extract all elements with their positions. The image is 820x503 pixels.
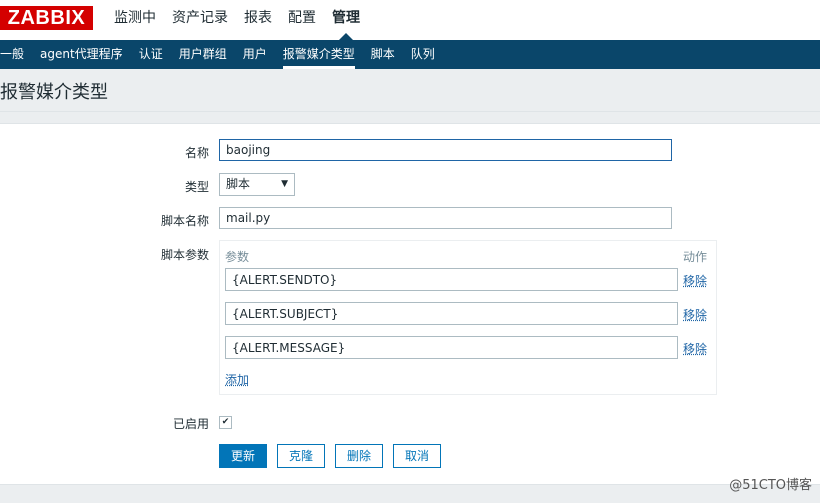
type-label: 类型 — [184, 180, 209, 194]
watermark: @51CTO博客 — [729, 478, 812, 493]
sub-nav-proxies[interactable]: agent代理程序 — [32, 40, 131, 69]
sub-nav: 一般 agent代理程序 认证 用户群组 用户 报警媒介类型 脚本 队列 — [0, 40, 820, 69]
params-column-header: 参数 — [225, 250, 250, 264]
sub-nav-authentication[interactable]: 认证 — [131, 40, 171, 69]
main-nav-reports[interactable]: 报表 — [236, 0, 280, 40]
type-select[interactable]: 脚本 ▼ — [219, 173, 295, 196]
enabled-label: 已启用 — [172, 417, 209, 431]
chevron-down-icon: ▼ — [281, 179, 288, 189]
name-label: 名称 — [184, 146, 209, 160]
main-nav-monitoring[interactable]: 监测中 — [106, 0, 164, 40]
type-select-value: 脚本 — [226, 177, 251, 191]
script-params-table: 参数 动作 移除 移除 移除 添加 — [219, 240, 717, 395]
main-nav-inventory[interactable]: 资产记录 — [164, 0, 236, 40]
zabbix-logo[interactable]: ZABBIX — [0, 6, 93, 30]
media-type-form: 名称 类型 脚本 ▼ 脚本名称 脚本参数 参数 动作 移除 移除 移除 添加 已… — [0, 123, 820, 485]
remove-param-link[interactable]: 移除 — [683, 340, 707, 357]
main-nav-configuration[interactable]: 配置 — [280, 0, 324, 40]
main-nav-administration[interactable]: 管理 — [324, 0, 368, 40]
script-name-label: 脚本名称 — [160, 214, 209, 228]
delete-button[interactable]: 删除 — [335, 444, 383, 468]
main-nav: 监测中 资产记录 报表 配置 管理 — [106, 0, 368, 40]
page-title: 报警媒介类型 — [0, 82, 108, 103]
param-input-message[interactable] — [225, 336, 678, 359]
sub-nav-queue[interactable]: 队列 — [403, 40, 443, 69]
page-header: 报警媒介类型 — [0, 69, 820, 112]
update-button[interactable]: 更新 — [219, 444, 267, 468]
sub-nav-user-groups[interactable]: 用户群组 — [171, 40, 235, 69]
checkmark-icon: ✔ — [221, 417, 230, 427]
sub-nav-users[interactable]: 用户 — [235, 40, 275, 69]
remove-param-link[interactable]: 移除 — [683, 306, 707, 323]
enabled-checkbox[interactable]: ✔ — [219, 416, 232, 429]
param-input-subject[interactable] — [225, 302, 678, 325]
add-param-link[interactable]: 添加 — [225, 371, 249, 388]
clone-button[interactable]: 克隆 — [277, 444, 325, 468]
sub-nav-scripts[interactable]: 脚本 — [363, 40, 403, 69]
name-input[interactable] — [219, 139, 672, 161]
sub-nav-media-types[interactable]: 报警媒介类型 — [275, 40, 363, 69]
action-column-header: 动作 — [683, 250, 708, 264]
cancel-button[interactable]: 取消 — [393, 444, 441, 468]
script-name-input[interactable] — [219, 207, 672, 229]
param-input-sendto[interactable] — [225, 268, 678, 291]
sub-nav-general[interactable]: 一般 — [0, 40, 32, 69]
remove-param-link[interactable]: 移除 — [683, 272, 707, 289]
top-bar: ZABBIX 监测中 资产记录 报表 配置 管理 — [0, 0, 820, 40]
script-params-label: 脚本参数 — [160, 248, 209, 262]
